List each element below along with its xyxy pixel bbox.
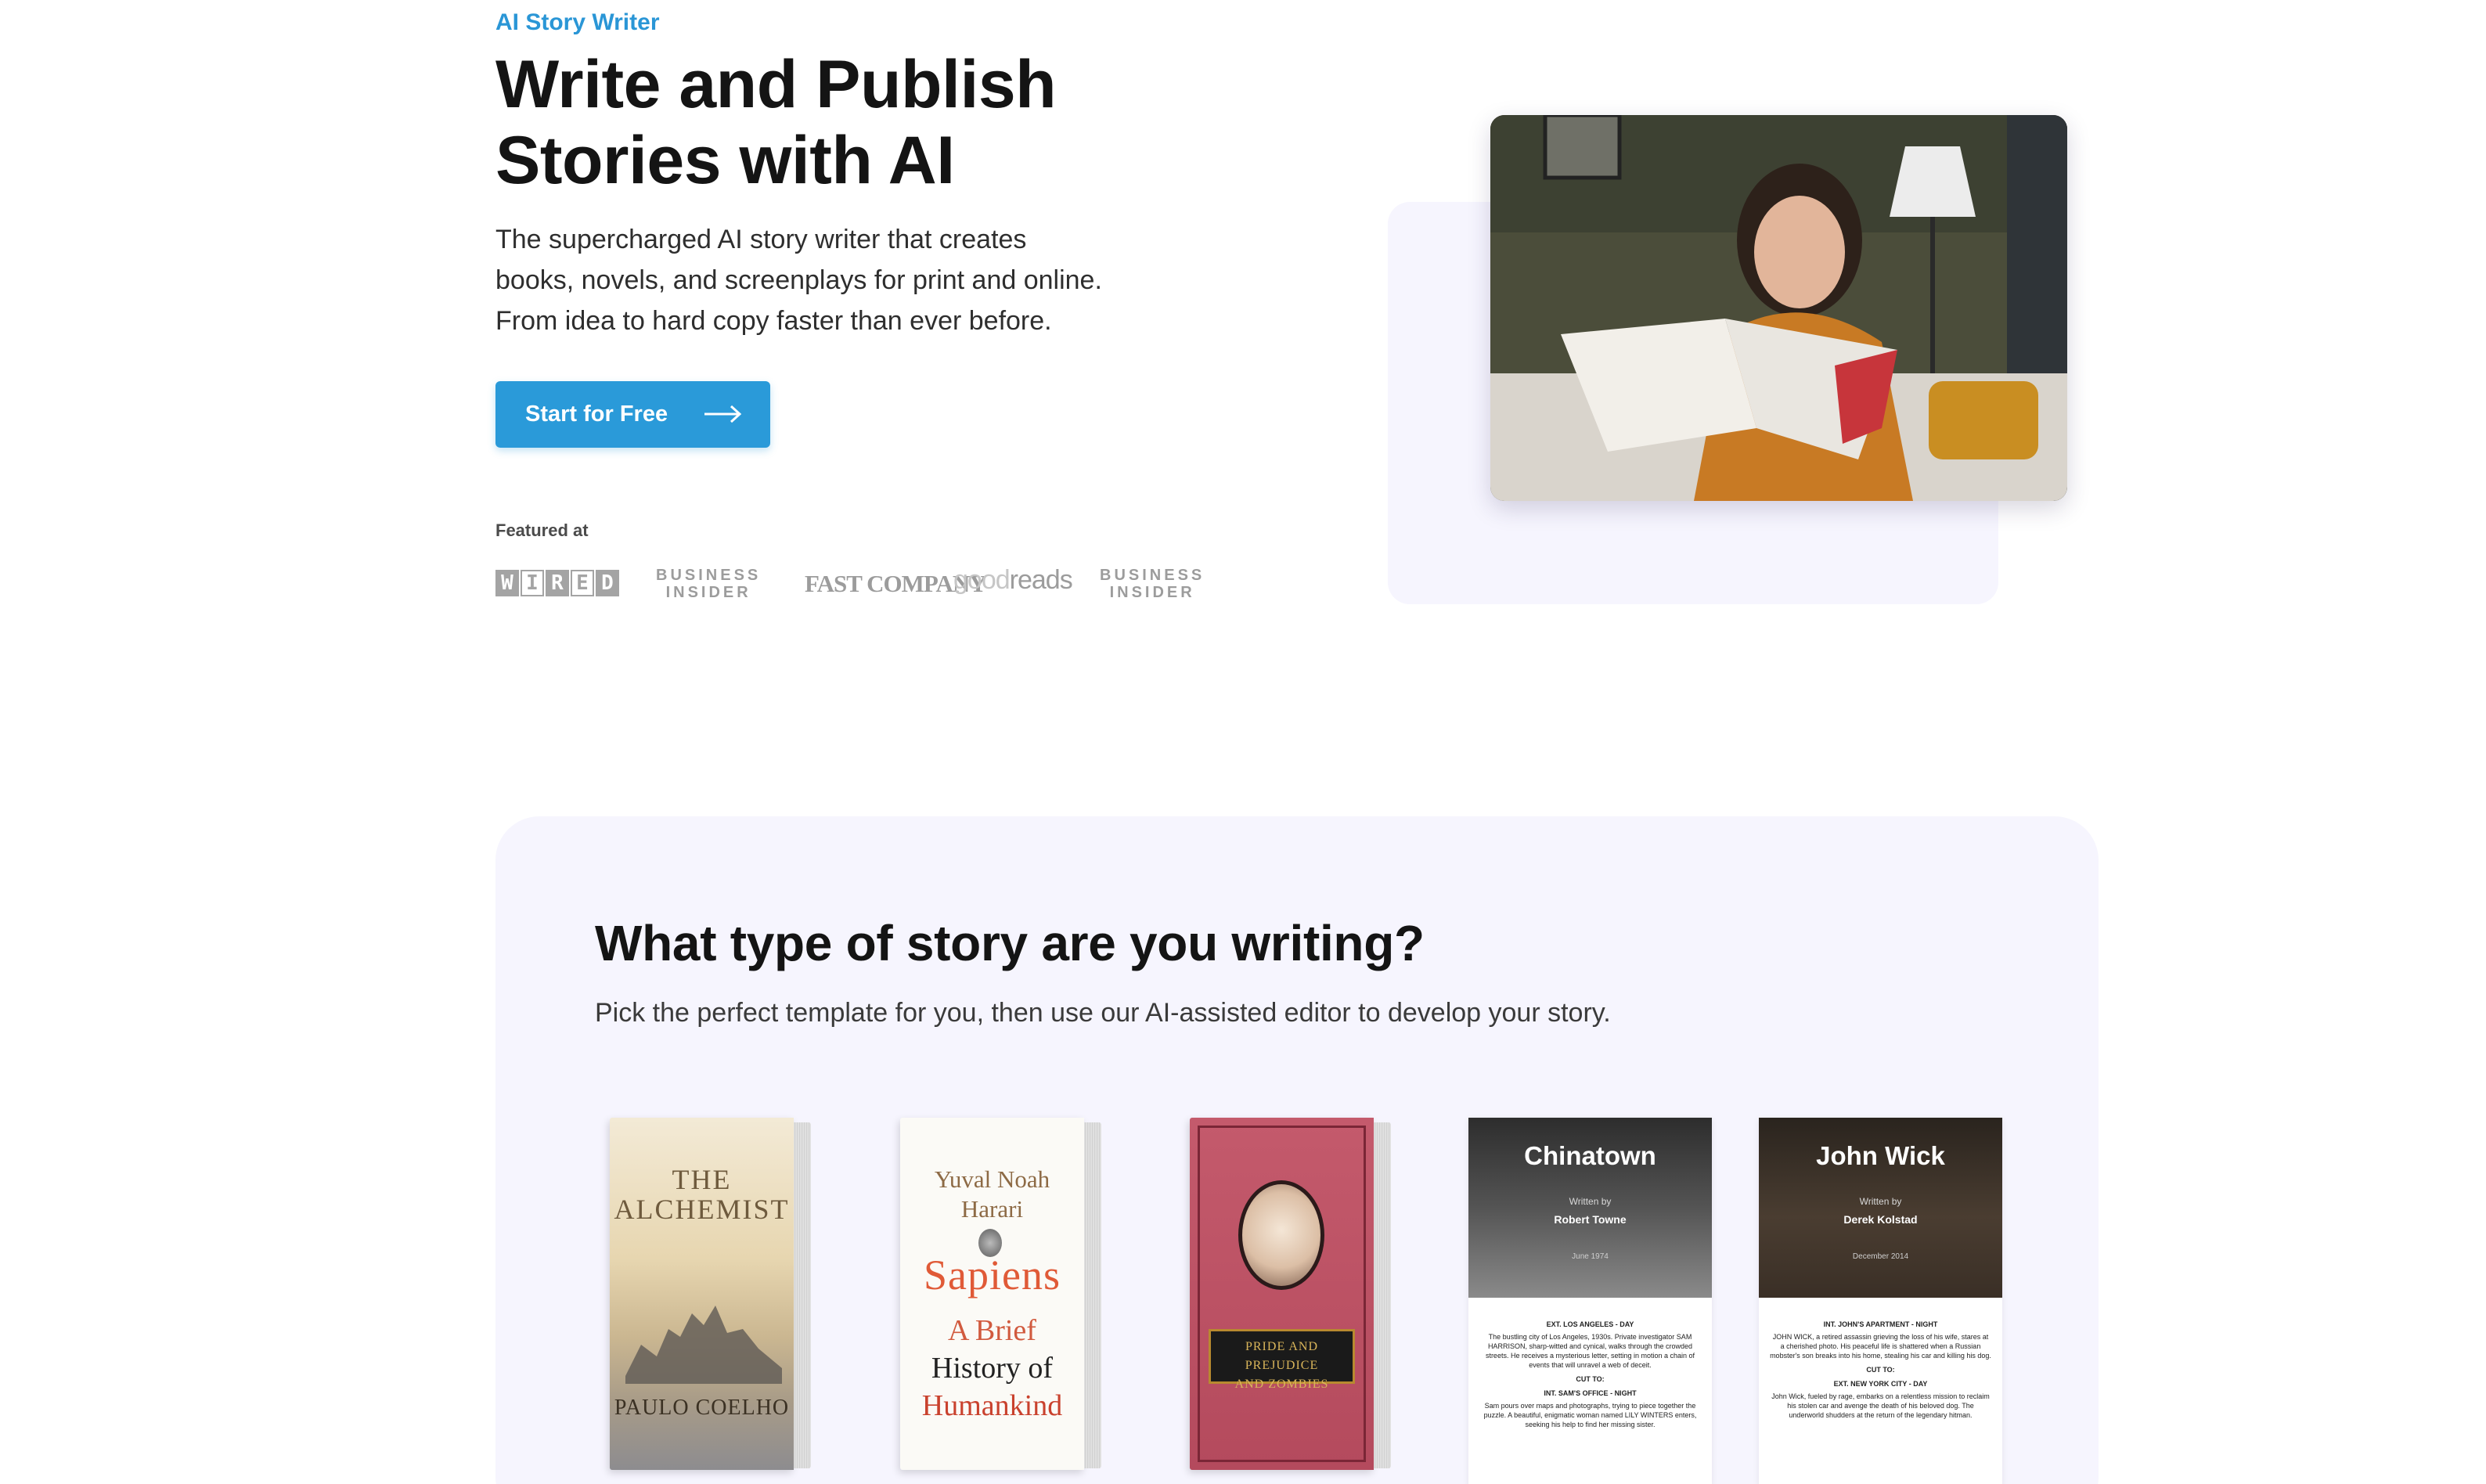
scene-heading: EXT. LOS ANGELES - DAY bbox=[1546, 1320, 1634, 1328]
start-for-free-label: Start for Free bbox=[525, 402, 668, 427]
business-insider-logo: BUSINESS INSIDER bbox=[656, 567, 761, 601]
featured-at-label: Featured at bbox=[495, 520, 589, 540]
scene-text: Sam pours over maps and photographs, try… bbox=[1483, 1402, 1697, 1428]
wired-letter: E bbox=[571, 570, 594, 596]
eyebrow-label: AI Story Writer bbox=[495, 9, 660, 35]
screenplay-cover-photo: Chinatown Written by Robert Towne June 1… bbox=[1468, 1118, 1712, 1298]
screenplay-title: Chinatown bbox=[1524, 1141, 1656, 1170]
hero-subtitle-line: books, novels, and screenplays for print… bbox=[495, 265, 1102, 295]
arrow-right-icon bbox=[704, 405, 742, 423]
template-card-alchemist[interactable]: THE ALCHEMIST PAULO COELHO bbox=[610, 1118, 813, 1470]
book-cover: Yuval Noah Harari Sapiens A Brief Histor… bbox=[900, 1118, 1084, 1470]
business-insider-logo: BUSINESS INSIDER bbox=[1100, 567, 1205, 601]
screenplay-written-by: Written by bbox=[1859, 1196, 1902, 1207]
scene-heading: INT. JOHN'S APARTMENT - NIGHT bbox=[1823, 1320, 1938, 1328]
section-title: What type of story are you writing? bbox=[595, 915, 1425, 971]
book-title: Sapiens bbox=[924, 1252, 1061, 1298]
book-author: PAULO COELHO bbox=[614, 1396, 790, 1420]
book-title-line: PRIDE AND PREJUDICE bbox=[1245, 1340, 1319, 1372]
hero-subtitle: The supercharged AI story writer that cr… bbox=[495, 219, 1200, 341]
template-card-pride-and-prejudice[interactable]: PRIDE AND PREJUDICE AND ZOMBIES bbox=[1190, 1118, 1393, 1470]
book-cover: PRIDE AND PREJUDICE AND ZOMBIES bbox=[1190, 1118, 1374, 1470]
scene-heading: INT. SAM'S OFFICE - NIGHT bbox=[1544, 1389, 1637, 1397]
screenplay-author: Derek Kolstad bbox=[1843, 1213, 1918, 1226]
transition: CUT TO: bbox=[1866, 1366, 1895, 1374]
book-subtitle: Humankind bbox=[921, 1389, 1063, 1422]
book-pages bbox=[1084, 1122, 1101, 1468]
scene-heading: EXT. NEW YORK CITY - DAY bbox=[1833, 1380, 1928, 1388]
screenplay-title: John Wick bbox=[1816, 1141, 1945, 1170]
start-for-free-button[interactable]: Start for Free bbox=[495, 381, 770, 448]
scene-text: The bustling city of Los Angeles, 1930s.… bbox=[1485, 1333, 1695, 1369]
book-title-line: AND ZOMBIES bbox=[1234, 1378, 1329, 1391]
business-insider-line: BUSINESS bbox=[656, 567, 762, 584]
castle-illustration bbox=[625, 1306, 782, 1384]
hero-title: Write and Publish Stories with AI bbox=[495, 47, 1200, 199]
cover-border bbox=[1198, 1126, 1366, 1462]
template-card-chinatown[interactable]: Chinatown Written by Robert Towne June 1… bbox=[1468, 1118, 1712, 1484]
title-plate: PRIDE AND PREJUDICE AND ZOMBIES bbox=[1209, 1329, 1355, 1391]
book-author: Yuval Noah Harari bbox=[900, 1165, 1084, 1224]
business-insider-line: BUSINESS bbox=[1100, 567, 1205, 584]
portrait-frame bbox=[1238, 1180, 1324, 1290]
template-card-sapiens[interactable]: Yuval Noah Harari Sapiens A Brief Histor… bbox=[900, 1118, 1104, 1470]
scene-text: John Wick, fueled by rage, embarks on a … bbox=[1771, 1392, 1990, 1419]
book-pages bbox=[1374, 1122, 1391, 1468]
business-insider-line: INSIDER bbox=[1109, 584, 1195, 601]
hero-subtitle-line: From idea to hard copy faster than ever … bbox=[495, 306, 1052, 336]
book-pages bbox=[794, 1122, 811, 1468]
screenplay-written-by: Written by bbox=[1569, 1196, 1612, 1207]
book-author-line: Harari bbox=[960, 1195, 1024, 1223]
screenplay-body: EXT. LOS ANGELES - DAY The bustling city… bbox=[1479, 1315, 1701, 1434]
wired-letter: R bbox=[546, 570, 569, 596]
section-subtitle: Pick the perfect template for you, then … bbox=[595, 998, 1611, 1028]
screenplay-cover-photo: John Wick Written by Derek Kolstad Decem… bbox=[1759, 1118, 2002, 1298]
hero-title-line-2: Stories with AI bbox=[495, 123, 955, 198]
wired-letter: W bbox=[495, 570, 519, 596]
book-author-line: Yuval Noah bbox=[934, 1165, 1050, 1193]
book-subtitle: History of bbox=[931, 1352, 1054, 1385]
wired-logo: W I R E D bbox=[495, 570, 619, 596]
screenplay-date: June 1974 bbox=[1572, 1252, 1609, 1261]
goodreads-part: good bbox=[953, 565, 1011, 595]
template-card-john-wick[interactable]: John Wick Written by Derek Kolstad Decem… bbox=[1759, 1118, 2002, 1484]
goodreads-logo: goodreads bbox=[953, 565, 1073, 596]
book-subtitle: A Brief bbox=[948, 1314, 1036, 1347]
book-title: THE ALCHEMIST bbox=[614, 1164, 790, 1225]
hero-photo bbox=[1490, 115, 2067, 501]
screenplay-date: December 2014 bbox=[1852, 1252, 1909, 1261]
wired-letter: I bbox=[521, 570, 544, 596]
book-cover: THE ALCHEMIST PAULO COELHO bbox=[610, 1118, 794, 1470]
screenplay-author: Robert Towne bbox=[1554, 1213, 1627, 1226]
transition: CUT TO: bbox=[1576, 1375, 1605, 1383]
goodreads-part: reads bbox=[1009, 565, 1073, 595]
scene-text: JOHN WICK, a retired assassin grieving t… bbox=[1770, 1333, 1991, 1360]
wired-letter: D bbox=[596, 570, 619, 596]
business-insider-line: INSIDER bbox=[665, 584, 751, 601]
hero-title-line-1: Write and Publish bbox=[495, 47, 1057, 122]
hero-subtitle-line: The supercharged AI story writer that cr… bbox=[495, 225, 1027, 254]
woman-reading-illustration bbox=[1490, 115, 2067, 501]
screenplay-body: INT. JOHN'S APARTMENT - NIGHT JOHN WICK,… bbox=[1770, 1315, 1991, 1425]
